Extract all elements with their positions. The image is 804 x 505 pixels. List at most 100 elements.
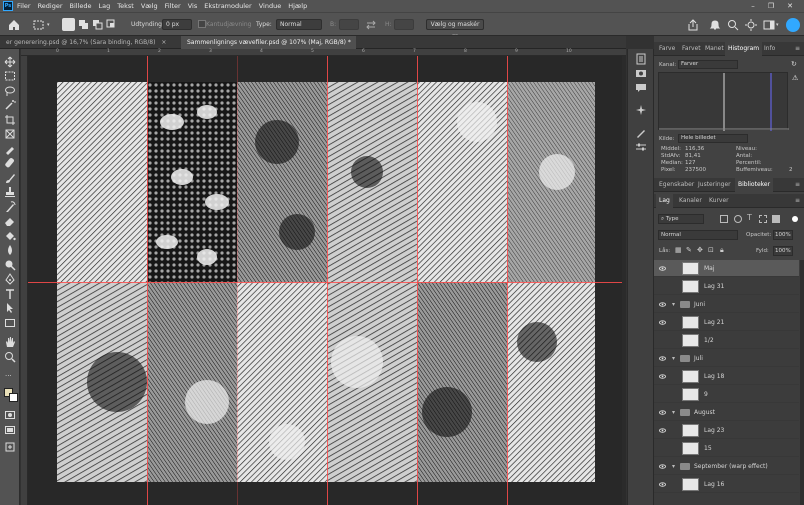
filter-adjustment-icon[interactable] — [734, 215, 742, 223]
lasso-tool-icon[interactable] — [4, 85, 16, 97]
search-icon[interactable] — [726, 18, 740, 32]
tab-document-2[interactable]: Sammenlignings vævefiler.psd @ 107% (Maj… — [181, 36, 356, 59]
type-select[interactable]: Normal — [276, 19, 322, 30]
guide-line[interactable] — [507, 56, 508, 505]
chevron-down-icon[interactable]: ▾ — [47, 22, 50, 28]
lock-all-icon[interactable]: 🔒︎ — [720, 246, 724, 255]
maximize-icon[interactable]: ❐ — [764, 0, 778, 12]
refresh-icon[interactable]: ↻ — [791, 60, 797, 68]
eye-icon[interactable] — [659, 319, 666, 326]
tab-kurver[interactable]: Kurver — [706, 194, 732, 208]
brightness-icon[interactable] — [744, 18, 758, 32]
eyedropper-icon[interactable] — [4, 143, 16, 155]
tab-egenskaber[interactable]: Egenskaber — [656, 178, 697, 192]
lock-position-icon[interactable]: ✥ — [697, 246, 703, 254]
layer-group-september[interactable]: ▾ September (warp effect) — [654, 458, 799, 475]
eye-icon[interactable] — [659, 427, 666, 434]
vertical-ruler[interactable] — [21, 56, 28, 505]
layer-group-juli[interactable]: ▾ Juli — [654, 350, 799, 367]
marquee-tool-icon[interactable] — [4, 70, 16, 82]
background-color-swatch[interactable] — [9, 393, 18, 402]
blur-tool-icon[interactable] — [4, 244, 16, 256]
more-tools-icon[interactable]: ··· — [5, 373, 15, 380]
clone-stamp-icon[interactable] — [4, 186, 16, 198]
filter-shape-icon[interactable] — [759, 215, 767, 223]
guide-line[interactable] — [237, 56, 238, 505]
history-brush-icon[interactable] — [4, 201, 16, 213]
quick-mask-icon[interactable] — [4, 409, 16, 421]
layer-row-maj[interactable]: Maj — [654, 260, 799, 277]
add-selection-icon[interactable] — [78, 19, 90, 31]
crop-tool-icon[interactable] — [4, 114, 16, 126]
guide-line[interactable] — [147, 56, 148, 505]
menu-ekstramoduler[interactable]: Ekstramoduler — [204, 2, 252, 10]
chevron-down-icon[interactable]: ▾ — [776, 22, 779, 28]
eye-icon[interactable] — [659, 301, 666, 308]
home-icon[interactable] — [8, 19, 20, 31]
chevron-down-icon[interactable]: ▾ — [672, 301, 675, 308]
tab-justeringer[interactable]: Justeringer — [695, 178, 734, 192]
vertical-scrollbar[interactable] — [622, 56, 626, 505]
lock-artboard-icon[interactable]: ⊡ — [708, 246, 714, 254]
chevron-down-icon[interactable]: ▾ — [672, 463, 675, 470]
fill-input[interactable]: 100% — [773, 246, 793, 256]
channel-select[interactable]: Farver — [678, 60, 738, 69]
tab-manet[interactable]: Manet — [702, 42, 727, 56]
lock-transparency-icon[interactable]: ▦ — [675, 246, 682, 254]
blend-mode-select[interactable]: Normal — [658, 230, 738, 240]
select-and-mask-button[interactable]: Vælg og maskér ... — [426, 19, 484, 37]
rectangle-tool-icon[interactable] — [4, 317, 16, 329]
eye-icon[interactable] — [659, 355, 666, 362]
marquee-tool-icon[interactable] — [33, 19, 45, 31]
tab-lag[interactable]: Lag — [656, 194, 673, 208]
guide-line[interactable] — [28, 282, 626, 283]
eraser-icon[interactable] — [4, 215, 16, 227]
lock-pixels-icon[interactable]: ✎ — [686, 246, 692, 254]
camera-icon[interactable] — [635, 67, 647, 79]
comments-icon[interactable] — [635, 82, 647, 94]
feather-input[interactable]: 0 px — [162, 19, 192, 30]
eye-icon[interactable] — [659, 463, 666, 470]
source-select[interactable]: Hele billedet — [678, 134, 748, 143]
guide-line[interactable] — [417, 56, 418, 505]
close-icon[interactable]: × — [161, 39, 166, 46]
eye-icon[interactable] — [659, 409, 666, 416]
filter-smartobject-icon[interactable] — [772, 215, 780, 223]
workspace-icon[interactable] — [762, 18, 776, 32]
avatar[interactable] — [786, 18, 800, 32]
magic-wand-icon[interactable] — [4, 99, 16, 111]
new-selection-button[interactable] — [62, 18, 75, 31]
subtract-selection-icon[interactable] — [92, 19, 104, 31]
tab-kanaler[interactable]: Kanaler — [676, 194, 705, 208]
adjustments-icon[interactable] — [635, 141, 647, 153]
edit-toolbar-icon[interactable] — [4, 441, 16, 453]
eye-icon[interactable] — [659, 373, 666, 380]
eye-icon[interactable] — [659, 265, 666, 272]
tab-farvet[interactable]: Farvet — [679, 42, 704, 56]
layer-group-juni[interactable]: ▾ Juni — [654, 296, 799, 313]
antialias-checkbox[interactable] — [198, 20, 206, 28]
dodge-tool-icon[interactable] — [4, 259, 16, 271]
move-tool-icon[interactable] — [4, 56, 16, 68]
menu-filter[interactable]: Filter — [165, 2, 181, 10]
menu-hjaelp[interactable]: Hjælp — [288, 2, 307, 10]
width-input[interactable] — [339, 19, 359, 30]
panel-menu-icon[interactable]: ≡ — [792, 194, 803, 208]
layer-row-lag16[interactable]: Lag 16 — [654, 476, 799, 493]
healing-brush-icon[interactable] — [4, 157, 16, 169]
chevron-down-icon[interactable]: ▾ — [672, 355, 675, 362]
layer-filter-select[interactable]: ⌕ Type — [658, 214, 704, 224]
sparkle-icon[interactable] — [635, 104, 647, 116]
filter-pixel-icon[interactable] — [720, 215, 728, 223]
layer-row-lag23[interactable]: Lag 23 — [654, 422, 799, 439]
opacity-input[interactable]: 100% — [773, 230, 793, 240]
menu-vindue[interactable]: Vindue — [259, 2, 281, 10]
zoom-tool-icon[interactable] — [4, 351, 16, 363]
tab-farve[interactable]: Farve — [656, 42, 678, 56]
bell-icon[interactable] — [708, 18, 722, 32]
swap-icon[interactable] — [365, 19, 377, 31]
menu-vis[interactable]: Vis — [188, 2, 198, 10]
tab-document-1[interactable]: er generering.psd @ 16,7% (Sara binding,… — [0, 36, 180, 49]
frame-tool-icon[interactable] — [4, 128, 16, 140]
tab-histogram[interactable]: Histogram — [725, 42, 763, 56]
